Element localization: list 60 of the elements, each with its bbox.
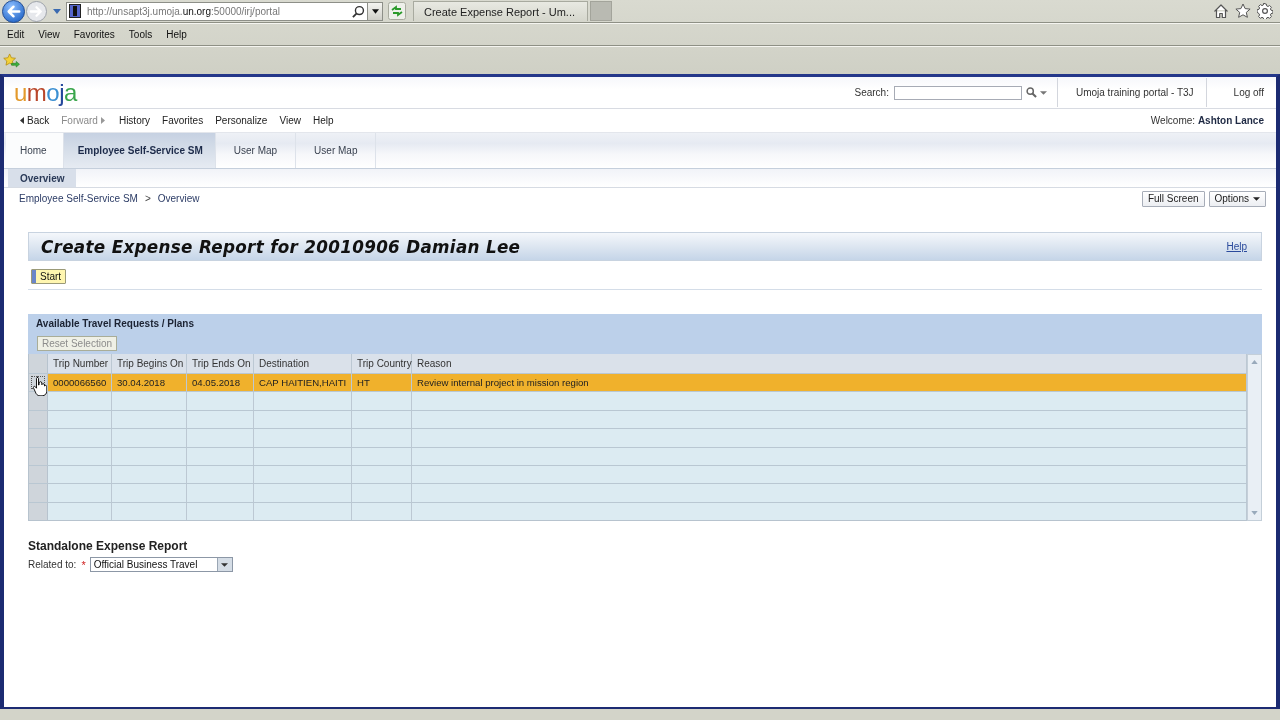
sub-tab[interactable]: Overview <box>8 169 77 187</box>
full-screen-button[interactable]: Full Screen <box>1141 190 1205 207</box>
start-button[interactable]: Start <box>31 269 67 284</box>
back-link[interactable]: Back <box>20 115 50 126</box>
search-label: Search: <box>854 87 889 98</box>
section-title: Standalone Expense Report <box>28 539 189 554</box>
star-icon[interactable] <box>1235 3 1251 19</box>
help-link[interactable]: Help <box>1226 241 1247 252</box>
menu-item[interactable]: Help <box>166 29 187 40</box>
menu-item[interactable]: View <box>38 29 60 40</box>
caret-icon <box>1253 196 1260 201</box>
search-icon[interactable] <box>352 4 365 18</box>
nav-link[interactable]: History <box>118 115 151 126</box>
home-icon[interactable] <box>1213 3 1229 19</box>
page-icon <box>69 4 81 18</box>
caret-icon <box>371 8 379 14</box>
table-title: Available Travel Requests / Plans <box>36 318 195 329</box>
refresh-icon[interactable] <box>388 2 406 20</box>
caret-icon[interactable] <box>53 8 61 14</box>
related-to-dropdown[interactable]: Official Business Travel <box>89 557 233 573</box>
portal-tab[interactable]: Employee Self-Service SM <box>63 133 216 168</box>
search-field[interactable] <box>893 85 1022 100</box>
portal-tab[interactable]: User Map <box>215 133 297 168</box>
address-url: http://unsapt3j.umoja.un.org:50000/irj/portal <box>87 5 281 17</box>
page-title: Create Expense Report for 20010906 Damian Lee <box>41 236 522 257</box>
address-field[interactable]: http://unsapt3j.umoja.un.org:50000/irj/portal <box>66 1 383 21</box>
tab-title: Create Expense Report - Um... <box>424 5 575 18</box>
options-menu-button[interactable]: Options <box>1208 190 1266 207</box>
nav-link[interactable]: Favorites <box>162 115 204 126</box>
search-icon[interactable] <box>1025 87 1037 98</box>
nav-link[interactable]: View <box>279 115 301 126</box>
caret-right-icon <box>100 117 105 124</box>
settings-icon[interactable] <box>1257 3 1273 19</box>
dropdown-button[interactable] <box>216 558 232 572</box>
hand-cursor-icon <box>33 376 47 396</box>
nav-link[interactable]: Personalize <box>215 115 268 126</box>
nav-link[interactable]: Help <box>312 115 334 126</box>
caret-icon <box>221 562 229 567</box>
portal-tab[interactable]: User Map <box>296 133 377 168</box>
required-marker: * <box>81 558 86 571</box>
portal-name-link[interactable]: Umoja training portal - T3J <box>1057 87 1206 98</box>
welcome-text: Welcome: Ashton Lance <box>1150 115 1264 126</box>
menu-item[interactable]: Tools <box>128 29 153 40</box>
browser-tab[interactable]: Create Expense Report - Um... <box>413 1 588 21</box>
add-favorite-icon[interactable] <box>3 53 20 68</box>
breadcrumb-link[interactable]: Overview <box>157 193 200 204</box>
caret-left-icon <box>20 117 24 124</box>
address-dropdown[interactable] <box>367 2 382 20</box>
select-all-cell[interactable] <box>29 354 48 373</box>
related-to-label: Related to: <box>28 559 77 571</box>
back-icon[interactable] <box>2 0 25 23</box>
caret-icon[interactable] <box>1039 90 1047 95</box>
menu-item[interactable]: Edit <box>7 29 25 40</box>
menu-item[interactable]: Favorites <box>73 29 115 40</box>
breadcrumb-link[interactable]: Employee Self-Service SM <box>19 193 138 204</box>
umoja-logo: umoja <box>14 79 77 106</box>
portal-tab[interactable]: Home <box>6 133 64 168</box>
table-row[interactable]: 0000066560 30.04.2018 04.05.2018 CAP HAITIEN,HAITI HT Review internal project in mission region <box>29 373 1247 392</box>
log-off-link[interactable]: Log off <box>1206 87 1264 98</box>
breadcrumb-separator: > <box>144 193 151 204</box>
